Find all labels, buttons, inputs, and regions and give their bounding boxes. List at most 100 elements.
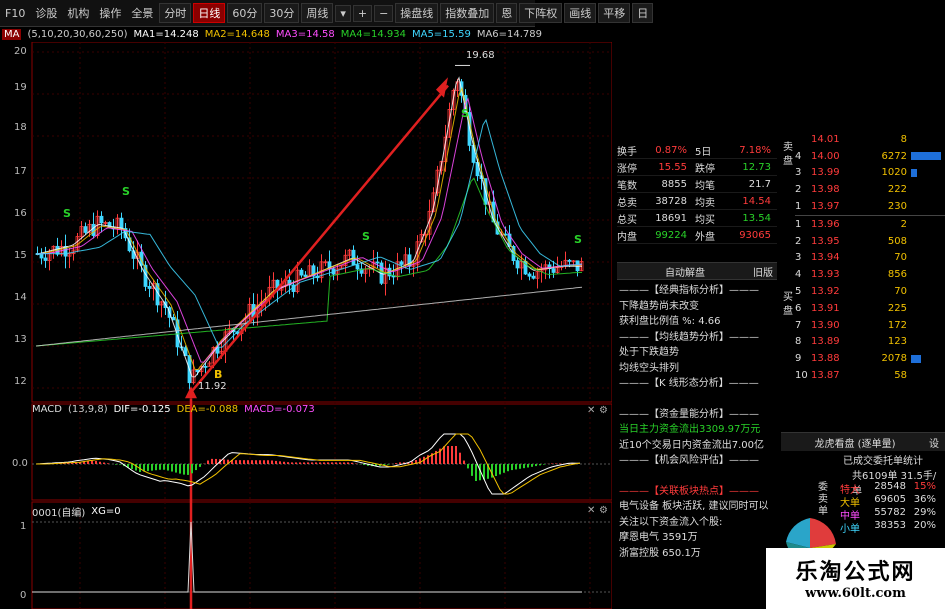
candle-body — [551, 268, 556, 273]
stat-label: 涨停 — [617, 163, 637, 175]
stat-label: 均买 — [695, 214, 715, 226]
stat-value: 93065 — [739, 229, 771, 241]
trend-arrows — [185, 64, 470, 609]
ma3-value: MA3=14.58 — [275, 28, 335, 40]
analysis-line: 当日主力资金流出3309.97万元 — [619, 424, 761, 435]
price-tick: 13 — [14, 334, 27, 345]
toolbar-item[interactable]: 机构 — [62, 5, 94, 21]
panel-close-icon[interactable]: ✕ — [587, 405, 595, 416]
toolbar-item[interactable]: 诊股 — [30, 5, 62, 21]
stat-label: 均卖 — [695, 197, 715, 209]
sell-signal: S — [63, 207, 71, 220]
sell-row[interactable]: 14.01 8 — [795, 131, 945, 148]
period-daily[interactable]: 日线 — [193, 3, 226, 23]
toolbar-item[interactable]: F10 — [0, 7, 30, 20]
candle-body — [567, 259, 572, 262]
sub-indicator-panel — [32, 521, 612, 593]
low-label: 11.92 — [198, 381, 227, 392]
period-30min[interactable]: 30分 — [264, 3, 300, 23]
dragon-side-label: 委卖单 — [818, 482, 828, 517]
order-book-rows: 14.01 8 4 14.00 6272 3 13.99 1020 2 13.98 222 1… — [795, 131, 945, 384]
buy-row[interactable]: 2 13.95 508 — [795, 233, 945, 250]
analysis-line — [619, 469, 777, 484]
toolbar-item[interactable]: 操作 — [94, 5, 126, 21]
sub-tick: 1 — [20, 521, 27, 532]
sell-row[interactable]: 1 13.97 230 — [795, 198, 945, 216]
sell-signal: S — [574, 233, 582, 246]
toolbar-right-item[interactable]: 平移 — [598, 3, 631, 23]
buy-row[interactable]: 4 13.93 856 — [795, 266, 945, 283]
buy-row[interactable]: 3 13.94 70 — [795, 250, 945, 267]
period-weekly[interactable]: 周线 — [301, 3, 334, 23]
macd-params: (13,9,8) — [67, 404, 108, 415]
stat-label: 换手 — [617, 146, 637, 158]
ma2-value: MA2=14.648 — [204, 28, 270, 40]
candle-body — [147, 286, 152, 289]
analysis-line: 下降趋势尚未改变 — [619, 300, 699, 312]
analysis-line: ———【K 线形态分析】——— — [619, 378, 759, 389]
stat-row: 涨停 15.55 跌停 12.73 — [617, 159, 777, 176]
panel-settings-icon[interactable]: ⚙ — [599, 405, 608, 416]
sub-tick: 0 — [20, 590, 27, 601]
sell-signal: S — [122, 185, 130, 198]
panel-settings-icon[interactable]: ⚙ — [599, 505, 608, 516]
buy-signal: B — [214, 368, 223, 381]
dragon-settings[interactable]: 设 — [929, 435, 945, 450]
toolbar-right-item[interactable]: 操盘线 — [395, 3, 439, 23]
candle-body — [527, 273, 532, 277]
zoom-out-icon[interactable]: − — [374, 4, 394, 22]
sub-xg: XG=0 — [91, 506, 121, 517]
ma-params: (5,10,20,30,60,250) — [27, 28, 128, 40]
macd-panel — [32, 433, 612, 495]
buy-row[interactable]: 5 13.92 70 — [795, 283, 945, 300]
toolbar-right-item[interactable]: 恩 — [496, 3, 518, 23]
macd-dea: DEA=-0.088 — [176, 404, 239, 415]
toolbar-right-item[interactable]: 下阵权 — [519, 3, 563, 23]
candle-body — [39, 253, 44, 259]
auto-review-title[interactable]: 自动解盘 — [617, 264, 753, 279]
sell-signal: S — [461, 107, 469, 120]
analysis-line: 摩恩电气 3591万 — [619, 532, 698, 543]
period-60min[interactable]: 60分 — [227, 3, 263, 23]
buy-row[interactable]: 10 13.87 58 — [795, 367, 945, 384]
sell-side-label: 卖盘 — [783, 142, 793, 167]
sell-row[interactable]: 4 14.00 6272 — [795, 148, 945, 165]
buy-row[interactable]: 7 13.90 172 — [795, 317, 945, 334]
analysis-line: ———【资金量能分析】——— — [619, 408, 759, 420]
dragon-title[interactable]: 龙虎看盘 (逐单量) — [781, 435, 929, 450]
buy-row[interactable]: 9 13.88 2078 — [795, 350, 945, 367]
analysis-line: 电气设备 板块活跃, 建议同时可以 — [619, 501, 769, 512]
old-version-link[interactable]: 旧版 — [753, 264, 777, 279]
ma4-value: MA4=14.934 — [340, 28, 406, 40]
period-intraday[interactable]: 分时 — [159, 3, 192, 23]
zoom-in-icon[interactable]: + — [352, 4, 373, 22]
stat-value: 14.54 — [742, 195, 771, 207]
analysis-panel: ———【经典指标分析】——— 下降趋势尚未改变 获利盘比例值 %: 4.66 —… — [619, 283, 777, 609]
stat-label: 均笔 — [695, 180, 715, 192]
sub-name[interactable]: 0001(自编) — [32, 504, 85, 519]
trend-arrow-line — [190, 84, 449, 394]
sell-signal: S — [362, 230, 370, 243]
buy-row[interactable]: 8 13.89 123 — [795, 334, 945, 351]
candle-body — [351, 249, 356, 266]
toolbar-right-item[interactable]: 日 — [632, 3, 654, 23]
stat-value: 7.18% — [739, 144, 771, 156]
analysis-line: 获利盘比例值 %: 4.66 — [619, 316, 721, 327]
buy-row[interactable]: 6 13.91 225 — [795, 300, 945, 317]
kline-chart[interactable] — [0, 42, 612, 609]
toolbar-item[interactable]: 全景 — [126, 5, 158, 21]
buy-row[interactable]: 1 13.96 2 — [795, 216, 945, 233]
price-tick: 20 — [14, 46, 27, 57]
analysis-line: ———【经典指标分析】——— — [619, 285, 759, 296]
panel-close-icon[interactable]: ✕ — [587, 505, 595, 516]
toolbar-right-item[interactable]: 指数叠加 — [440, 3, 495, 23]
candle-body — [515, 260, 520, 269]
macd-value: MACD=-0.073 — [244, 404, 315, 415]
sell-row[interactable]: 3 13.99 1020 — [795, 165, 945, 182]
toolbar-right-item[interactable]: 画线 — [564, 3, 597, 23]
ma-selector[interactable]: MA — [2, 28, 22, 40]
chevron-down-icon[interactable]: ▾ — [335, 4, 351, 22]
sell-row[interactable]: 2 13.98 222 — [795, 181, 945, 198]
stat-row: 总卖 38728 均卖 14.54 — [617, 193, 777, 210]
macd-name[interactable]: MACD — [32, 404, 62, 415]
